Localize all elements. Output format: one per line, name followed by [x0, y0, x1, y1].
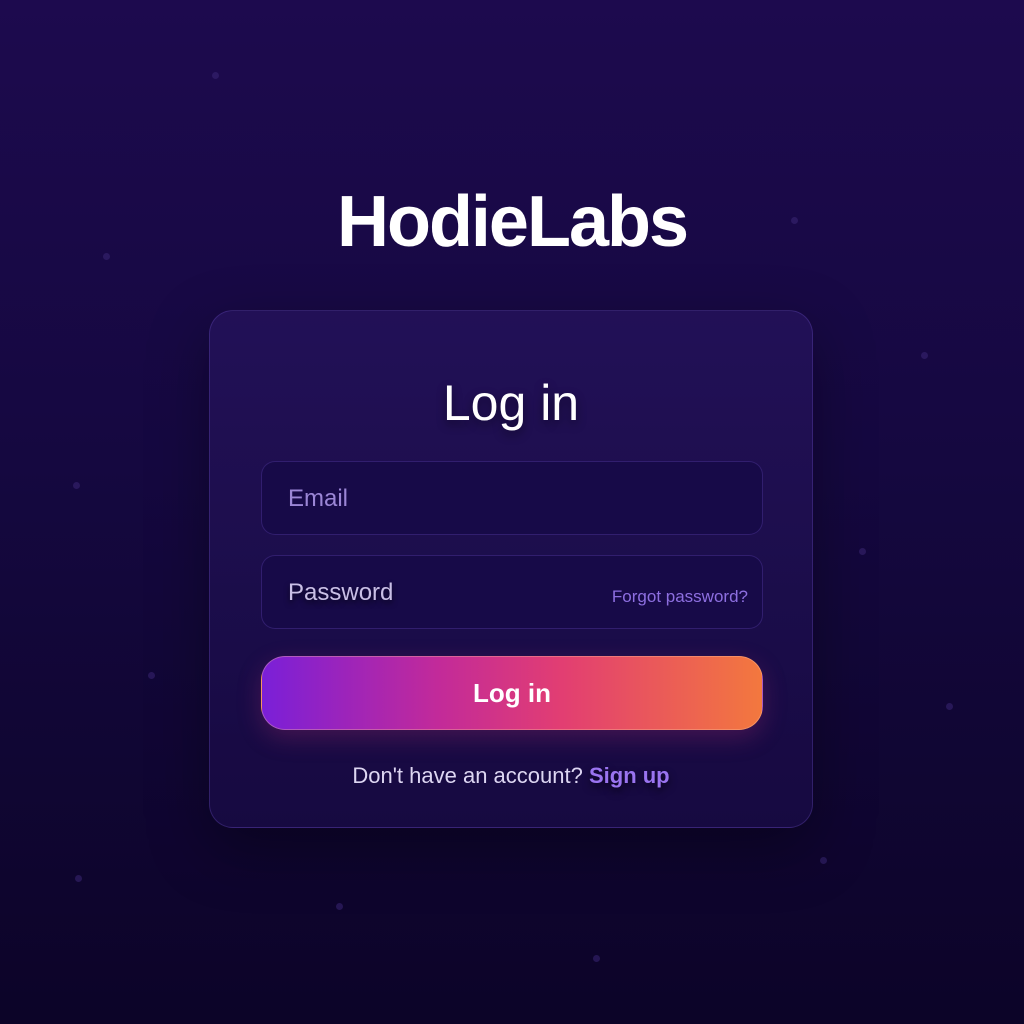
- email-placeholder: Email: [288, 485, 349, 512]
- signup-link[interactable]: Sign up: [589, 763, 670, 788]
- background-particle: [73, 482, 80, 489]
- background-particle: [75, 875, 82, 882]
- background-particle: [593, 955, 600, 962]
- password-placeholder: Password: [288, 579, 394, 606]
- background-particle: [946, 703, 953, 710]
- background-particle: [921, 352, 928, 359]
- login-card: Log in Email Password Forgot password? L…: [209, 310, 813, 828]
- forgot-password-link[interactable]: Forgot password?: [612, 586, 748, 608]
- password-field[interactable]: Password Forgot password?: [261, 555, 763, 629]
- background-particle: [820, 857, 827, 864]
- background-particle: [148, 672, 155, 679]
- login-button[interactable]: Log in: [261, 656, 763, 730]
- signup-row: Don't have an account? Sign up: [210, 762, 812, 790]
- background-particle: [336, 903, 343, 910]
- signup-prompt: Don't have an account?: [352, 763, 583, 788]
- background-particle: [212, 72, 219, 79]
- login-title: Log in: [442, 375, 580, 431]
- background-particle: [859, 548, 866, 555]
- brand-logo: HodieLabs: [336, 182, 689, 262]
- email-field[interactable]: Email: [261, 461, 763, 535]
